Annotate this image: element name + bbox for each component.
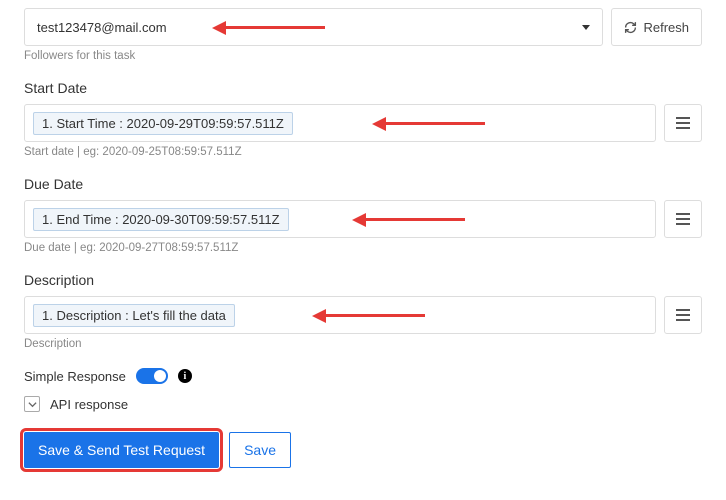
followers-select[interactable]: test123478@mail.com (24, 8, 603, 46)
hamburger-icon (676, 117, 690, 129)
start-date-input[interactable]: 1. Start Time : 2020-09-29T09:59:57.511Z (24, 104, 656, 142)
hamburger-icon (676, 213, 690, 225)
chevron-down-icon (582, 25, 590, 30)
due-date-menu-button[interactable] (664, 200, 702, 238)
refresh-button[interactable]: Refresh (611, 8, 702, 46)
annotation-arrow-line (325, 314, 425, 317)
description-menu-button[interactable] (664, 296, 702, 334)
followers-value: test123478@mail.com (37, 20, 167, 35)
save-send-test-button[interactable]: Save & Send Test Request (24, 432, 219, 468)
start-date-helper: Start date | eg: 2020-09-25T08:59:57.511… (24, 146, 702, 158)
annotation-arrow-icon (372, 117, 386, 131)
due-date-input[interactable]: 1. End Time : 2020-09-30T09:59:57.511Z (24, 200, 656, 238)
annotation-arrow-icon (312, 309, 326, 323)
start-date-menu-button[interactable] (664, 104, 702, 142)
annotation-arrow-icon (212, 21, 226, 35)
description-label: Description (24, 272, 702, 288)
due-date-label: Due Date (24, 176, 702, 192)
description-chip: 1. Description : Let's fill the data (33, 304, 235, 327)
annotation-arrow-line (365, 218, 465, 221)
simple-response-label: Simple Response (24, 369, 126, 384)
annotation-arrow-line (385, 122, 485, 125)
hamburger-icon (676, 309, 690, 321)
simple-response-toggle[interactable] (136, 368, 168, 384)
annotation-arrow-icon (352, 213, 366, 227)
chevron-down-icon (28, 400, 37, 409)
refresh-label: Refresh (643, 20, 689, 35)
annotation-arrow-line (225, 26, 325, 29)
description-input[interactable]: 1. Description : Let's fill the data (24, 296, 656, 334)
followers-helper: Followers for this task (24, 50, 702, 62)
api-response-label: API response (50, 397, 128, 412)
due-date-helper: Due date | eg: 2020-09-27T08:59:57.511Z (24, 242, 702, 254)
api-response-expand[interactable] (24, 396, 40, 412)
start-date-label: Start Date (24, 80, 702, 96)
start-date-chip: 1. Start Time : 2020-09-29T09:59:57.511Z (33, 112, 293, 135)
save-button[interactable]: Save (229, 432, 291, 468)
refresh-icon (624, 21, 637, 34)
due-date-chip: 1. End Time : 2020-09-30T09:59:57.511Z (33, 208, 289, 231)
description-helper: Description (24, 338, 702, 350)
info-icon[interactable]: i (178, 369, 192, 383)
